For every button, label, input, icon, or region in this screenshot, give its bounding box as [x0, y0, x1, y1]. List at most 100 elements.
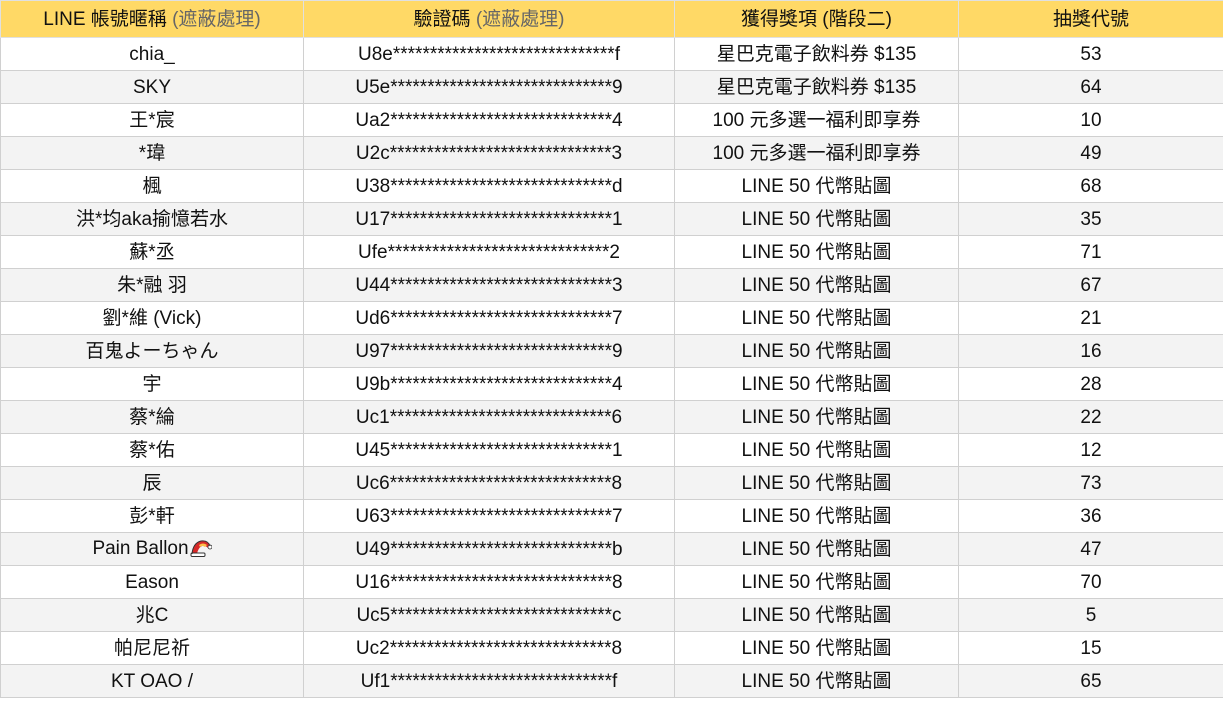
cell-prize[interactable]: 星巴克電子飲料券 $135 — [674, 70, 959, 104]
cell-lottery[interactable]: 67 — [958, 268, 1223, 302]
cell-lottery[interactable]: 53 — [958, 37, 1223, 71]
cell-code[interactable]: Ud6******************************7 — [303, 301, 675, 335]
cell-code[interactable]: Ua2******************************4 — [303, 103, 675, 137]
cell-code[interactable]: U63******************************7 — [303, 499, 675, 533]
cell-nickname[interactable]: SKY — [0, 70, 304, 104]
cell-prize[interactable]: 100 元多選一福利即享券 — [674, 136, 959, 170]
table-row: 楓 U38******************************d LINE … — [0, 169, 1223, 203]
cell-lottery[interactable]: 70 — [958, 565, 1223, 599]
table-row: 帕尼尼祈 Uc2******************************8 LI… — [0, 631, 1223, 665]
cell-nickname[interactable]: *瑋 — [0, 136, 304, 170]
cell-nickname[interactable]: 彭*軒 — [0, 499, 304, 533]
cell-nickname[interactable]: 蔡*綸 — [0, 400, 304, 434]
cell-prize[interactable]: LINE 50 代幣貼圖 — [674, 400, 959, 434]
cell-prize[interactable]: LINE 50 代幣貼圖 — [674, 598, 959, 632]
cell-lottery[interactable]: 47 — [958, 532, 1223, 566]
cell-nickname[interactable]: 洪*均aka揄憶若水 — [0, 202, 304, 236]
cell-code[interactable]: U38******************************d — [303, 169, 675, 203]
cell-nickname[interactable]: 劉*維 (Vick) — [0, 301, 304, 335]
table-row: 宇 U9b******************************4 LINE … — [0, 367, 1223, 401]
cell-nickname[interactable]: KT OAO / — [0, 664, 304, 698]
cell-code[interactable]: U45******************************1 — [303, 433, 675, 467]
cell-code[interactable]: U2c******************************3 — [303, 136, 675, 170]
cell-prize[interactable]: LINE 50 代幣貼圖 — [674, 202, 959, 236]
cell-nickname[interactable]: 王*宸 — [0, 103, 304, 137]
table-row: KT OAO / Uf1*****************************… — [0, 664, 1223, 698]
cell-nickname[interactable]: 宇 — [0, 367, 304, 401]
cell-lottery[interactable]: 64 — [958, 70, 1223, 104]
table-row: chia_ U8e******************************f 星… — [0, 37, 1223, 71]
cell-prize[interactable]: LINE 50 代幣貼圖 — [674, 235, 959, 269]
header-nickname[interactable]: LINE 帳號暱稱 (遮蔽處理) — [0, 0, 304, 38]
cell-lottery[interactable]: 28 — [958, 367, 1223, 401]
cell-code[interactable]: U44******************************3 — [303, 268, 675, 302]
cell-lottery[interactable]: 35 — [958, 202, 1223, 236]
cell-nickname[interactable]: chia_ — [0, 37, 304, 71]
cell-prize[interactable]: LINE 50 代幣貼圖 — [674, 334, 959, 368]
cell-prize[interactable]: LINE 50 代幣貼圖 — [674, 301, 959, 335]
cell-prize[interactable]: LINE 50 代幣貼圖 — [674, 169, 959, 203]
cell-prize[interactable]: 星巴克電子飲料券 $135 — [674, 37, 959, 71]
cell-prize[interactable]: 100 元多選一福利即享券 — [674, 103, 959, 137]
cell-lottery[interactable]: 65 — [958, 664, 1223, 698]
cell-prize[interactable]: LINE 50 代幣貼圖 — [674, 268, 959, 302]
cell-nickname[interactable]: 楓 — [0, 169, 304, 203]
cell-code[interactable]: U97******************************9 — [303, 334, 675, 368]
cell-code[interactable]: Uc2******************************8 — [303, 631, 675, 665]
cell-lottery[interactable]: 12 — [958, 433, 1223, 467]
cell-code[interactable]: Uc1******************************6 — [303, 400, 675, 434]
cell-code[interactable]: U5e******************************9 — [303, 70, 675, 104]
header-nickname-note: (遮蔽處理) — [172, 8, 261, 30]
cell-code[interactable]: U9b******************************4 — [303, 367, 675, 401]
table-row: SKY U5e******************************9 星巴克… — [0, 70, 1223, 104]
cell-nickname[interactable]: 兆C — [0, 598, 304, 632]
cell-prize[interactable]: LINE 50 代幣貼圖 — [674, 664, 959, 698]
cell-nickname[interactable]: Eason — [0, 565, 304, 599]
cell-prize[interactable]: LINE 50 代幣貼圖 — [674, 532, 959, 566]
cell-prize[interactable]: LINE 50 代幣貼圖 — [674, 367, 959, 401]
cell-lottery[interactable]: 49 — [958, 136, 1223, 170]
cell-code[interactable]: Uc6******************************8 — [303, 466, 675, 500]
winners-table: LINE 帳號暱稱 (遮蔽處理) 驗證碼 (遮蔽處理) 獲得獎項 (階段二) 抽… — [0, 0, 1223, 698]
cell-lottery[interactable]: 36 — [958, 499, 1223, 533]
cell-code[interactable]: Uc5******************************c — [303, 598, 675, 632]
cell-lottery[interactable]: 15 — [958, 631, 1223, 665]
cell-lottery[interactable]: 71 — [958, 235, 1223, 269]
cell-code[interactable]: U49******************************b — [303, 532, 675, 566]
cell-nickname[interactable]: 百鬼よーちゃん — [0, 334, 304, 368]
table-row: 兆C Uc5******************************c LINE… — [0, 598, 1223, 632]
cell-prize[interactable]: LINE 50 代幣貼圖 — [674, 631, 959, 665]
cell-nickname[interactable]: 朱*融 羽 — [0, 268, 304, 302]
cell-nickname[interactable]: 蘇*丞 — [0, 235, 304, 269]
cell-lottery[interactable]: 10 — [958, 103, 1223, 137]
header-code[interactable]: 驗證碼 (遮蔽處理) — [303, 0, 675, 38]
cell-nickname[interactable]: Pain Ballon — [0, 532, 304, 566]
cell-lottery[interactable]: 5 — [958, 598, 1223, 632]
header-lottery[interactable]: 抽獎代號 — [958, 0, 1223, 38]
cell-code[interactable]: Ufe******************************2 — [303, 235, 675, 269]
header-prize[interactable]: 獲得獎項 (階段二) — [674, 0, 959, 38]
cell-code[interactable]: U8e******************************f — [303, 37, 675, 71]
cell-prize[interactable]: LINE 50 代幣貼圖 — [674, 466, 959, 500]
cell-nickname[interactable]: 帕尼尼祈 — [0, 631, 304, 665]
cell-lottery[interactable]: 22 — [958, 400, 1223, 434]
spreadsheet: LINE 帳號暱稱 (遮蔽處理) 驗證碼 (遮蔽處理) 獲得獎項 (階段二) 抽… — [0, 0, 1223, 702]
cell-nickname[interactable]: 辰 — [0, 466, 304, 500]
santa-hat-icon — [190, 537, 212, 561]
table-row: 蔡*佑 U45******************************1 LIN… — [0, 433, 1223, 467]
table-row: 彭*軒 U63******************************7 LIN… — [0, 499, 1223, 533]
cell-lottery[interactable]: 21 — [958, 301, 1223, 335]
cell-nickname[interactable]: 蔡*佑 — [0, 433, 304, 467]
cell-code[interactable]: U17******************************1 — [303, 202, 675, 236]
cell-code[interactable]: U16******************************8 — [303, 565, 675, 599]
cell-lottery[interactable]: 73 — [958, 466, 1223, 500]
cell-lottery[interactable]: 16 — [958, 334, 1223, 368]
cell-prize[interactable]: LINE 50 代幣貼圖 — [674, 433, 959, 467]
cell-prize[interactable]: LINE 50 代幣貼圖 — [674, 499, 959, 533]
cell-prize[interactable]: LINE 50 代幣貼圖 — [674, 565, 959, 599]
cell-code[interactable]: Uf1******************************f — [303, 664, 675, 698]
cell-lottery[interactable]: 68 — [958, 169, 1223, 203]
table-row: 劉*維 (Vick) Ud6***************************… — [0, 301, 1223, 335]
nickname-text: Pain Ballon — [92, 538, 189, 559]
table-row: 朱*融 羽 U44******************************3 L… — [0, 268, 1223, 302]
